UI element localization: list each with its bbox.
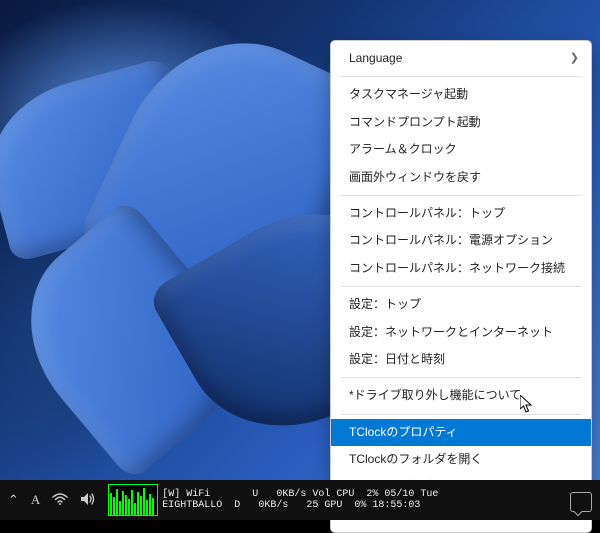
- taskbar-tray: ⌃ A: [0, 492, 96, 509]
- menu-item-label: コマンドプロンプト起動: [349, 115, 481, 129]
- menu-item-task-manager[interactable]: タスクマネージャ起動: [331, 81, 591, 108]
- tray-chevron-icon[interactable]: ⌃: [8, 492, 19, 508]
- menu-item-drive-removal[interactable]: *ドライブ取り外し機能について: [331, 382, 591, 409]
- menu-item-language[interactable]: Language ❯: [331, 45, 591, 72]
- monitor-line1: [W] WiFi U 0KB/s Vol CPU 2% 05/10 Tue: [162, 489, 438, 500]
- menu-item-label: タスクマネージャ起動: [349, 87, 468, 101]
- menu-item-cpl-top[interactable]: コントロールパネル：トップ: [331, 200, 591, 227]
- menu-item-label: コントロールパネル：電源オプション: [349, 233, 553, 247]
- menu-item-settings-top[interactable]: 設定：トップ: [331, 291, 591, 318]
- menu-item-settings-net[interactable]: 設定：ネットワークとインターネット: [331, 319, 591, 346]
- menu-separator: [341, 286, 581, 287]
- menu-item-label: *ドライブ取り外し機能について: [349, 388, 521, 402]
- taskbar: ⌃ A [W] WiFi U 0KB/s Vol CPU 2% 05/10 Tu…: [0, 480, 600, 520]
- monitor-text: [W] WiFi U 0KB/s Vol CPU 2% 05/10 Tue EI…: [162, 489, 438, 512]
- monitor-line2: EIGHTBALLO D 0KB/s 25 GPU 0% 18:55:03: [162, 500, 420, 511]
- net-graph: [108, 484, 158, 516]
- menu-item-tclock-properties[interactable]: TClockのプロパティ: [331, 419, 591, 446]
- chat-icon[interactable]: [570, 492, 592, 512]
- menu-item-label: コントロールパネル：トップ: [349, 206, 505, 220]
- context-menu: Language ❯ タスクマネージャ起動 コマンドプロンプト起動 アラーム＆ク…: [330, 40, 592, 533]
- menu-item-label: 設定：ネットワークとインターネット: [349, 325, 553, 339]
- menu-item-tclock-folder[interactable]: TClockのフォルダを開く: [331, 446, 591, 473]
- menu-separator: [341, 195, 581, 196]
- wifi-icon[interactable]: [52, 493, 68, 508]
- menu-item-cpl-net[interactable]: コントロールパネル：ネットワーク接続: [331, 255, 591, 282]
- ime-indicator[interactable]: A: [31, 492, 40, 508]
- menu-item-alarm-clock[interactable]: アラーム＆クロック: [331, 136, 591, 163]
- menu-separator: [341, 377, 581, 378]
- menu-separator: [341, 414, 581, 415]
- menu-item-label: TClockのフォルダを開く: [349, 452, 482, 466]
- menu-item-label: Language: [349, 51, 402, 65]
- volume-icon[interactable]: [80, 492, 96, 509]
- menu-item-label: 設定：トップ: [349, 297, 421, 311]
- taskbar-monitor: [W] WiFi U 0KB/s Vol CPU 2% 05/10 Tue EI…: [108, 484, 438, 516]
- submenu-arrow-icon: ❯: [570, 51, 579, 67]
- menu-separator: [341, 76, 581, 77]
- menu-item-cpl-power[interactable]: コントロールパネル：電源オプション: [331, 227, 591, 254]
- menu-item-label: 画面外ウィンドウを戻す: [349, 170, 481, 184]
- menu-item-label: コントロールパネル：ネットワーク接続: [349, 261, 565, 275]
- menu-item-settings-date[interactable]: 設定：日付と時刻: [331, 346, 591, 373]
- menu-item-label: 設定：日付と時刻: [349, 352, 445, 366]
- menu-item-offscreen-window[interactable]: 画面外ウィンドウを戻す: [331, 164, 591, 191]
- menu-item-label: アラーム＆クロック: [349, 142, 457, 156]
- menu-item-command-prompt[interactable]: コマンドプロンプト起動: [331, 109, 591, 136]
- menu-item-label: TClockのプロパティ: [349, 425, 458, 439]
